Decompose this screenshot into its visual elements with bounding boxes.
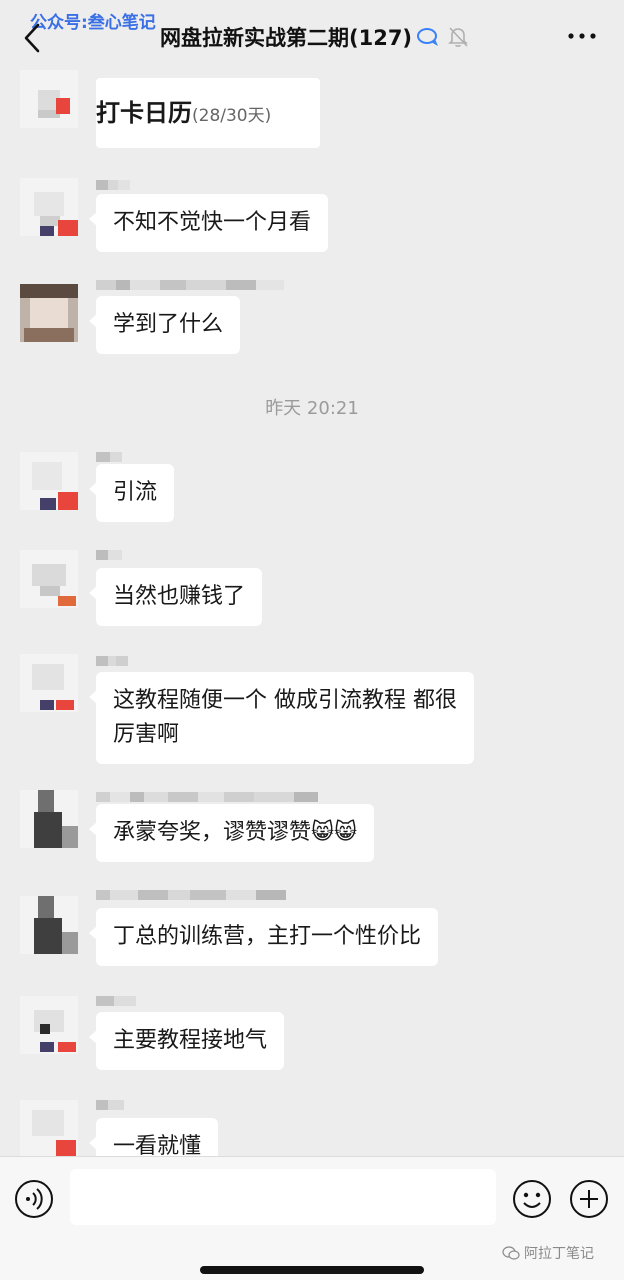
avatar[interactable] (20, 654, 78, 712)
message-bubble[interactable]: 一看就懂 (88, 1118, 219, 1156)
cat-emoji: 😸😸 (311, 820, 357, 845)
message-bubble[interactable]: 引流 (88, 464, 175, 522)
bell-mute-icon (448, 27, 468, 47)
avatar[interactable] (20, 178, 78, 236)
checkin-card-progress: (28/30天) (192, 106, 272, 126)
chevron-left-icon (24, 23, 40, 53)
message-text: 学到了什么 (113, 312, 224, 337)
avatar[interactable] (20, 284, 78, 342)
avatar[interactable] (20, 896, 78, 954)
sender-name-blurred (96, 996, 136, 1006)
chat-bubble-icon (417, 28, 439, 46)
message-bubble[interactable]: 这教程随便一个 做成引流教程 都很 厉害啊 (89, 672, 474, 764)
footer-watermark: 阿拉丁笔记 (502, 1243, 594, 1263)
avatar[interactable] (20, 996, 78, 1054)
chat-title: 网盘拉新实战第二期(127) (160, 26, 413, 50)
message-bubble[interactable]: 不知不觉快一个月看 (88, 194, 329, 252)
message-bubble[interactable]: 当然也赚钱了 (88, 568, 263, 626)
avatar[interactable] (20, 790, 78, 848)
message-bubble[interactable]: 丁总的训练营，主打一个性价比 (88, 908, 439, 966)
voice-button[interactable] (14, 1179, 54, 1219)
sender-name-blurred (96, 1100, 124, 1110)
plus-circle-icon (570, 1180, 608, 1218)
sender-name-blurred (96, 452, 122, 462)
message-text-line: 厉害啊 (113, 722, 180, 747)
message-input[interactable] (70, 1169, 496, 1225)
home-indicator[interactable] (200, 1266, 424, 1274)
back-button[interactable] (14, 18, 50, 58)
message-text: 当然也赚钱了 (113, 584, 246, 609)
sender-name-blurred (96, 180, 130, 190)
message-bubble[interactable]: 承蒙夸奖，谬赞谬赞😸😸 (89, 804, 374, 862)
sender-name-blurred (96, 890, 286, 900)
avatar[interactable] (20, 70, 78, 128)
more-button[interactable] (566, 24, 598, 48)
plus-button[interactable] (569, 1179, 609, 1219)
avatar[interactable] (20, 1100, 78, 1156)
message-text: 一看就懂 (113, 1134, 202, 1156)
message-text: 引流 (113, 480, 158, 505)
voice-icon (15, 1180, 53, 1218)
message-bubble[interactable]: 学到了什么 (88, 296, 241, 354)
smiley-icon (513, 1180, 551, 1218)
sender-name-blurred (96, 656, 128, 666)
sender-name-blurred (96, 550, 122, 560)
sender-name-blurred (96, 792, 318, 802)
footer-brand-text: 阿拉丁笔记 (524, 1246, 594, 1262)
checkin-card[interactable]: 打卡日历(28/30天) (96, 78, 320, 148)
chat-header: 公众号:叁心笔记 网盘拉新实战第二期(127) (0, 0, 624, 70)
wechat-icon (502, 1246, 520, 1260)
message-text: 承蒙夸奖，谬赞谬赞 (113, 820, 312, 845)
checkin-card-title: 打卡日历 (96, 99, 192, 127)
time-divider: 昨天 20:21 (265, 398, 359, 419)
message-bubble[interactable]: 主要教程接地气 (88, 1012, 285, 1070)
title-group[interactable]: 网盘拉新实战第二期(127) (160, 22, 470, 52)
message-text: 主要教程接地气 (113, 1028, 268, 1053)
message-text: 丁总的训练营，主打一个性价比 (113, 924, 422, 949)
message-text-line: 这教程随便一个 做成引流教程 都很 (113, 688, 457, 713)
message-list[interactable]: 打卡日历(28/30天) 不知不觉快一个月看 学到了什么 昨天 20:21 引流 (0, 70, 624, 1156)
ellipsis-icon (568, 33, 596, 39)
emoji-button[interactable] (512, 1179, 552, 1219)
input-bar: 阿拉丁笔记 (0, 1156, 624, 1280)
avatar[interactable] (20, 452, 78, 510)
avatar[interactable] (20, 550, 78, 608)
message-text: 不知不觉快一个月看 (113, 210, 312, 235)
sender-name-blurred (96, 280, 284, 290)
